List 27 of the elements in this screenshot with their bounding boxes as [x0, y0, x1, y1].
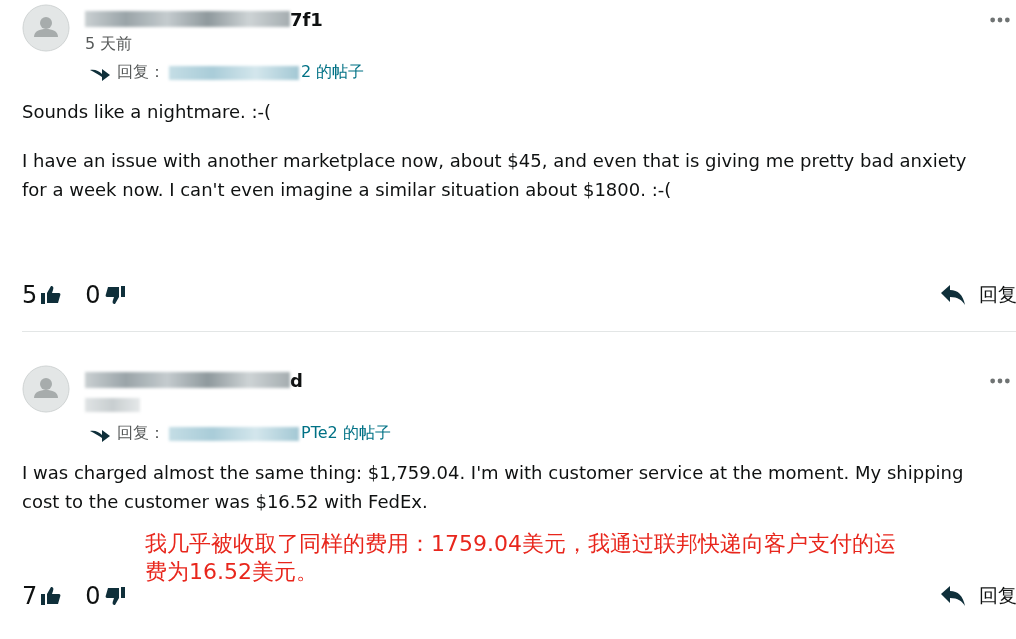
translation-note: 我几乎被收取了同样的费用：1759.04美元，我通过联邦快递向客户支付的运费为16.52美元。	[145, 530, 897, 586]
thumbs-up-icon[interactable]	[41, 286, 62, 304]
reply-to-link[interactable]: PTe2 的帖子	[301, 423, 391, 444]
reply-icon	[941, 586, 965, 606]
reply-button[interactable]: 回复	[941, 282, 1016, 308]
more-options-icon[interactable]	[989, 16, 1011, 24]
reply-to-link[interactable]: 2 的帖子	[301, 62, 365, 83]
reply-label: 回复：	[117, 62, 165, 83]
author-name[interactable]: d	[290, 369, 303, 391]
reply-icon	[941, 285, 965, 305]
reply-button[interactable]: 回复	[941, 583, 1016, 609]
comment-text: I have an issue with another marketplace now, about $45, and even that is giving me pretty bad anxiety for a week now. I can't even imagine a similar situation about $1800. :-(	[22, 149, 968, 202]
post-time: 5 天前	[85, 33, 133, 55]
comment-text: I was charged almost the same thing: $1,759.04. I'm with customer service at the moment. My shipping cost to the customer was $16.52 with FedEx.	[22, 461, 965, 514]
downvote-count: 0	[85, 281, 101, 309]
thumbs-down-icon[interactable]	[104, 587, 125, 605]
comment-text: Sounds like a nightmare. :-(	[22, 100, 273, 124]
reply-label: 回复：	[117, 423, 165, 444]
upvote-count: 7	[22, 582, 38, 610]
thumbs-down-icon[interactable]	[104, 286, 125, 304]
more-options-icon[interactable]	[989, 377, 1011, 385]
upvote-count: 5	[22, 281, 38, 309]
thumbs-up-icon[interactable]	[41, 587, 62, 605]
author-name[interactable]: 7f1	[290, 8, 323, 30]
avatar-icon	[22, 4, 70, 52]
avatar-icon	[22, 365, 70, 413]
downvote-count: 0	[85, 582, 101, 610]
